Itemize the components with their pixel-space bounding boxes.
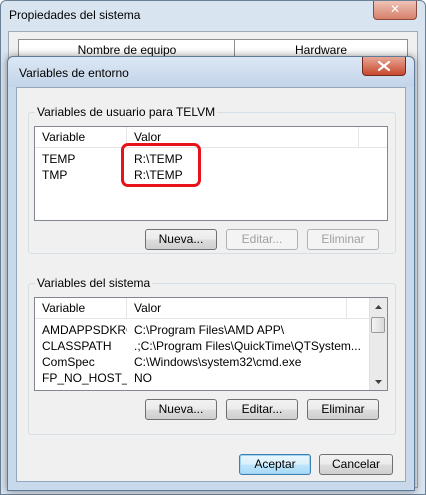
system-variables-list[interactable]: Variable Valor AMDAPPSDKROOT C:\Program …: [34, 297, 388, 391]
ok-button[interactable]: Aceptar: [239, 454, 311, 475]
column-header-valor[interactable]: Valor: [127, 298, 347, 318]
scrollbar-thumb[interactable]: [371, 317, 385, 333]
user-var-name: TMP: [42, 168, 68, 182]
system-var-name: AMDAPPSDKROOT: [42, 323, 127, 337]
system-variables-label: Variables del sistema: [35, 276, 153, 290]
column-header-variable[interactable]: Variable: [35, 298, 127, 318]
user-variables-list[interactable]: Variable Valor TEMP R:\TEMP TMP R:\TEMP: [34, 126, 388, 221]
user-new-button[interactable]: Nueva...: [145, 229, 217, 250]
system-var-value: C:\Program Files\AMD APP\: [134, 323, 285, 337]
scroll-up-arrow-icon: [375, 304, 382, 309]
user-delete-button[interactable]: Eliminar: [307, 229, 379, 250]
dialog-title: Variables de entorno: [19, 66, 129, 80]
system-edit-button[interactable]: Editar...: [226, 399, 298, 420]
dialog-titlebar[interactable]: Variables de entorno: [8, 57, 414, 87]
dialog-body: Variables de usuario para TELVM Variable…: [16, 87, 406, 482]
system-variables-header: Variable Valor: [35, 298, 370, 319]
system-var-value: NO: [134, 371, 152, 385]
scroll-down-arrow-icon: [375, 379, 382, 384]
scroll-down-button[interactable]: [370, 373, 387, 390]
system-var-name: FP_NO_HOST_C...: [42, 371, 127, 385]
user-var-name: TEMP: [42, 152, 76, 166]
user-variables-group: Variables de usuario para TELVM Variable…: [28, 105, 396, 254]
system-var-name: CLASSPATH: [42, 339, 112, 353]
parent-close-button[interactable]: ✕: [373, 1, 417, 20]
cancel-button[interactable]: Cancelar: [319, 454, 393, 475]
system-new-button[interactable]: Nueva...: [145, 399, 217, 420]
scroll-up-button[interactable]: [370, 298, 387, 315]
user-variables-label: Variables de usuario para TELVM: [35, 105, 218, 119]
red-highlight-annotation: [121, 143, 201, 187]
vertical-scrollbar[interactable]: [369, 298, 387, 390]
parent-window-title: Propiedades del sistema: [9, 8, 141, 22]
system-variables-group: Variables del sistema Variable Valor AMD…: [28, 276, 396, 435]
column-header-variable[interactable]: Variable: [35, 127, 127, 147]
system-var-name: ComSpec: [42, 355, 95, 369]
system-delete-button[interactable]: Eliminar: [307, 399, 379, 420]
user-variables-header: Variable Valor: [35, 127, 387, 148]
environment-variables-dialog: Variables de entorno Variables de usuari…: [7, 56, 415, 491]
system-var-value: C:\Windows\system32\cmd.exe: [134, 355, 302, 369]
dialog-close-button[interactable]: [362, 57, 406, 76]
system-var-value: .;C:\Program Files\QuickTime\QTSystem...: [134, 339, 361, 353]
close-icon: [378, 61, 390, 71]
user-edit-button[interactable]: Editar...: [226, 229, 298, 250]
